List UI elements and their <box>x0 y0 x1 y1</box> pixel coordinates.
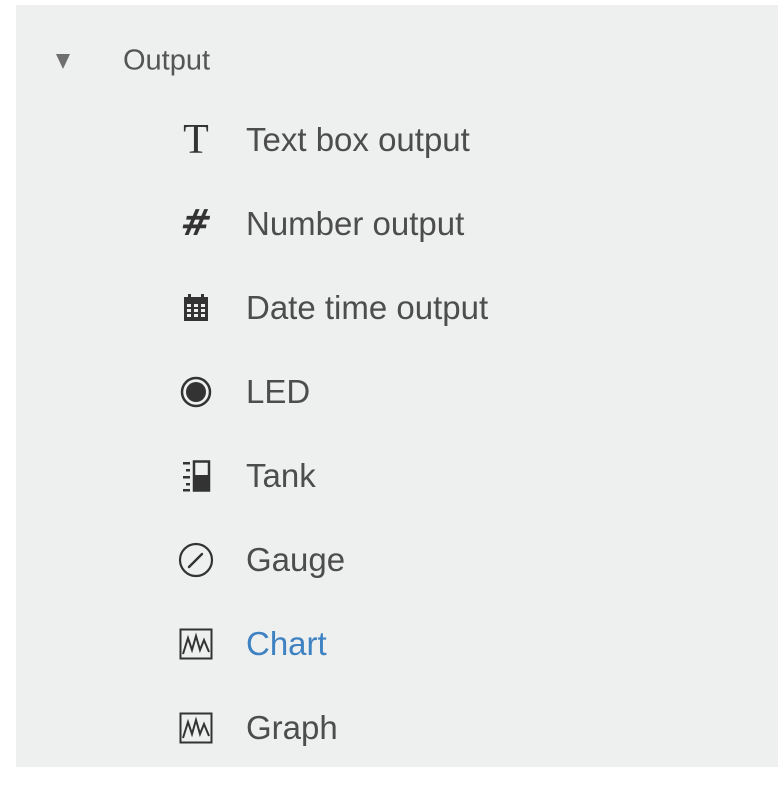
palette-item-gauge[interactable]: Gauge <box>166 532 566 588</box>
palette-item-label: Text box output <box>246 121 470 158</box>
palette-item-tank[interactable]: Tank <box>166 448 566 504</box>
gauge-icon <box>176 532 216 588</box>
palette-item-label: Graph <box>246 709 338 746</box>
palette-item-label: Tank <box>246 457 316 494</box>
caret-down-icon[interactable] <box>56 54 70 69</box>
section-header-output[interactable]: Output <box>16 33 778 89</box>
text-t-icon: T <box>183 117 209 163</box>
palette-item-number-output[interactable]: # Number output <box>166 196 566 252</box>
section-label: Output <box>123 44 211 77</box>
calendar-icon <box>176 280 216 336</box>
palette-item-label: Number output <box>246 205 465 242</box>
palette-item-label: Date time output <box>246 289 489 326</box>
palette-item-label: Gauge <box>246 541 346 578</box>
palette-item-led[interactable]: LED <box>166 364 566 420</box>
palette-item-label: LED <box>246 373 311 410</box>
hash-icon: # <box>177 203 215 244</box>
palette-item-text-box-output[interactable]: T Text box output <box>166 112 566 168</box>
led-icon <box>176 364 216 420</box>
palette-item-date-time-output[interactable]: Date time output <box>166 280 566 336</box>
palette-item-chart[interactable]: Chart <box>166 616 566 672</box>
palette-item-label: Chart <box>246 625 327 662</box>
chart-icon <box>176 616 216 672</box>
output-palette-panel: Output T Text box output # Number output <box>16 5 778 767</box>
graph-icon <box>176 700 216 756</box>
palette-item-graph[interactable]: Graph <box>166 700 566 756</box>
tank-icon <box>176 448 216 504</box>
